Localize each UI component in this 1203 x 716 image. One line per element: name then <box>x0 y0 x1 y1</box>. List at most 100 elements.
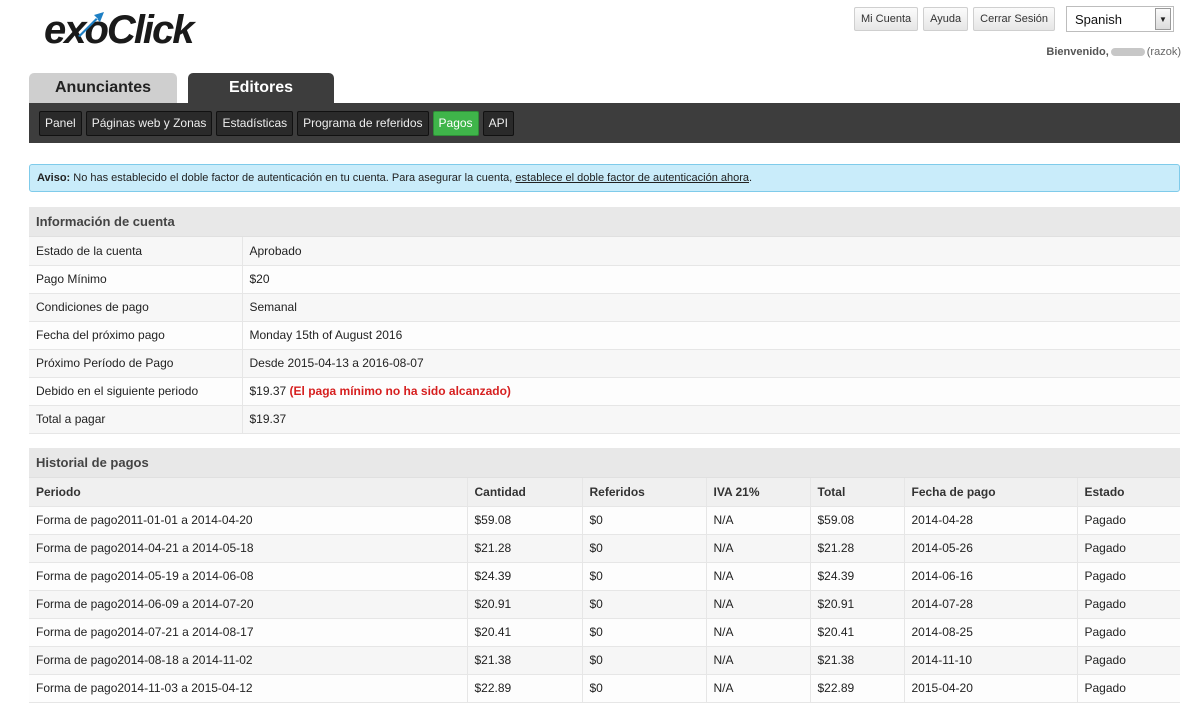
cell-amount: $21.28 <box>467 534 583 563</box>
cell-vat: N/A <box>706 562 811 591</box>
col-payment-date: Fecha de pago <box>904 478 1078 507</box>
col-referrals: Referidos <box>582 478 707 507</box>
info-value: Aprobado <box>242 237 1180 266</box>
payment-history-title: Historial de pagos <box>29 448 1180 478</box>
cell-payment-date: 2014-07-28 <box>904 590 1078 619</box>
info-value: $20 <box>242 265 1180 294</box>
info-value: Semanal <box>242 293 1180 322</box>
cell-payment-date: 2014-04-28 <box>904 506 1078 535</box>
info-value: Monday 15th of August 2016 <box>242 321 1180 350</box>
cell-status: Pagado <box>1077 562 1180 591</box>
cell-vat: N/A <box>706 534 811 563</box>
account-info-title: Información de cuenta <box>29 207 1180 237</box>
language-select[interactable]: Spanish ▼ <box>1066 6 1174 32</box>
payment-history-table: Periodo Cantidad Referidos IVA 21% Total… <box>29 478 1180 703</box>
table-row: Condiciones de pago Semanal <box>29 293 1180 322</box>
col-total: Total <box>810 478 905 507</box>
welcome-text: Bienvenido, (razok) <box>1046 46 1181 58</box>
table-row: Fecha del próximo pago Monday 15th of Au… <box>29 321 1180 350</box>
cell-payment-date: 2014-06-16 <box>904 562 1078 591</box>
table-row: Pago Mínimo $20 <box>29 265 1180 294</box>
due-amount: $19.37 <box>249 384 287 398</box>
info-label: Pago Mínimo <box>29 265 243 294</box>
account-info-panel: Información de cuenta Estado de la cuent… <box>29 207 1180 434</box>
cell-amount: $20.41 <box>467 618 583 647</box>
subnav-api[interactable]: API <box>482 110 514 136</box>
cell-referrals: $0 <box>582 562 707 591</box>
cell-status: Pagado <box>1077 590 1180 619</box>
cell-total: $24.39 <box>810 562 905 591</box>
tab-publishers[interactable]: Editores <box>188 73 334 103</box>
cell-amount: $22.89 <box>467 674 583 703</box>
tab-advertisers[interactable]: Anunciantes <box>29 73 177 103</box>
col-vat: IVA 21% <box>706 478 811 507</box>
welcome-label: Bienvenido, <box>1046 46 1109 58</box>
table-row: Forma de pago2014-07-21 a 2014-08-17 $20.… <box>29 618 1180 647</box>
cell-payment-date: 2014-11-10 <box>904 646 1078 675</box>
payment-history-panel: Historial de pagos Periodo Cantidad Refe… <box>29 448 1180 703</box>
table-row: Forma de pago2011-01-01 a 2014-04-20 $59.… <box>29 506 1180 535</box>
subnav-panel[interactable]: Panel <box>39 110 82 136</box>
cell-vat: N/A <box>706 646 811 675</box>
cell-period: Forma de pago2014-11-03 a 2015-04-12 <box>29 674 468 703</box>
cell-vat: N/A <box>706 506 811 535</box>
info-value: Desde 2015-04-13 a 2016-08-07 <box>242 349 1180 378</box>
table-row: Forma de pago2014-11-03 a 2015-04-12 $22.… <box>29 674 1180 703</box>
account-info-table: Estado de la cuenta Aprobado Pago Mínimo… <box>29 237 1180 434</box>
table-row: Debido en el siguiente periodo $19.37 (E… <box>29 377 1180 406</box>
minimum-not-reached-warning: (El paga mínimo no ha sido alcanzado) <box>289 384 511 398</box>
cell-payment-date: 2014-05-26 <box>904 534 1078 563</box>
cell-vat: N/A <box>706 674 811 703</box>
publisher-subnav: Panel Páginas web y Zonas Estadísticas P… <box>29 103 1180 143</box>
cell-vat: N/A <box>706 618 811 647</box>
info-label: Estado de la cuenta <box>29 237 243 266</box>
cell-referrals: $0 <box>582 646 707 675</box>
cell-status: Pagado <box>1077 534 1180 563</box>
col-status: Estado <box>1077 478 1180 507</box>
cell-period: Forma de pago2014-04-21 a 2014-05-18 <box>29 534 468 563</box>
info-label: Total a pagar <box>29 405 243 434</box>
table-row: Forma de pago2014-04-21 a 2014-05-18 $21.… <box>29 534 1180 563</box>
cell-referrals: $0 <box>582 674 707 703</box>
enable-2fa-link[interactable]: establece el doble factor de autenticaci… <box>515 172 749 184</box>
cell-total: $20.91 <box>810 590 905 619</box>
col-amount: Cantidad <box>467 478 583 507</box>
table-row: Forma de pago2014-05-19 a 2014-06-08 $24.… <box>29 562 1180 591</box>
cell-status: Pagado <box>1077 618 1180 647</box>
subnav-statistics[interactable]: Estadísticas <box>216 110 294 136</box>
blurred-username <box>1110 48 1145 57</box>
cell-total: $22.89 <box>810 674 905 703</box>
section-tabs: Anunciantes Editores <box>29 73 334 103</box>
cell-amount: $20.91 <box>467 590 583 619</box>
alert-text: No has establecido el doble factor de au… <box>70 172 516 184</box>
cell-referrals: $0 <box>582 506 707 535</box>
cell-status: Pagado <box>1077 674 1180 703</box>
table-header-row: Periodo Cantidad Referidos IVA 21% Total… <box>29 478 1180 507</box>
table-row: Estado de la cuenta Aprobado <box>29 237 1180 266</box>
cell-period: Forma de pago2014-08-18 a 2014-11-02 <box>29 646 468 675</box>
chevron-down-icon[interactable]: ▼ <box>1155 8 1171 30</box>
subnav-referral-program[interactable]: Programa de referidos <box>297 110 429 136</box>
cell-total: $21.28 <box>810 534 905 563</box>
top-buttons: Mi Cuenta Ayuda Cerrar Sesión <box>854 7 1055 31</box>
info-label: Fecha del próximo pago <box>29 321 243 350</box>
cell-total: $21.38 <box>810 646 905 675</box>
help-button[interactable]: Ayuda <box>923 7 969 31</box>
cell-status: Pagado <box>1077 506 1180 535</box>
exoclick-logo[interactable]: exoClick <box>44 6 224 56</box>
my-account-button[interactable]: Mi Cuenta <box>854 7 919 31</box>
info-value: $19.37 (El paga mínimo no ha sido alcanz… <box>242 377 1180 406</box>
subnav-payments[interactable]: Pagos <box>432 110 479 136</box>
logout-button[interactable]: Cerrar Sesión <box>973 7 1055 31</box>
alert-label: Aviso: <box>37 172 71 184</box>
subnav-websites-zones[interactable]: Páginas web y Zonas <box>85 110 213 136</box>
table-row: Forma de pago2014-06-09 a 2014-07-20 $20.… <box>29 590 1180 619</box>
payment-history-body: Forma de pago2011-01-01 a 2014-04-20 $59.… <box>29 506 1180 703</box>
cell-amount: $59.08 <box>467 506 583 535</box>
cell-payment-date: 2014-08-25 <box>904 618 1078 647</box>
cell-total: $59.08 <box>810 506 905 535</box>
info-value: $19.37 <box>242 405 1180 434</box>
cell-status: Pagado <box>1077 646 1180 675</box>
alert-end: . <box>749 172 753 184</box>
cell-period: Forma de pago2014-07-21 a 2014-08-17 <box>29 618 468 647</box>
